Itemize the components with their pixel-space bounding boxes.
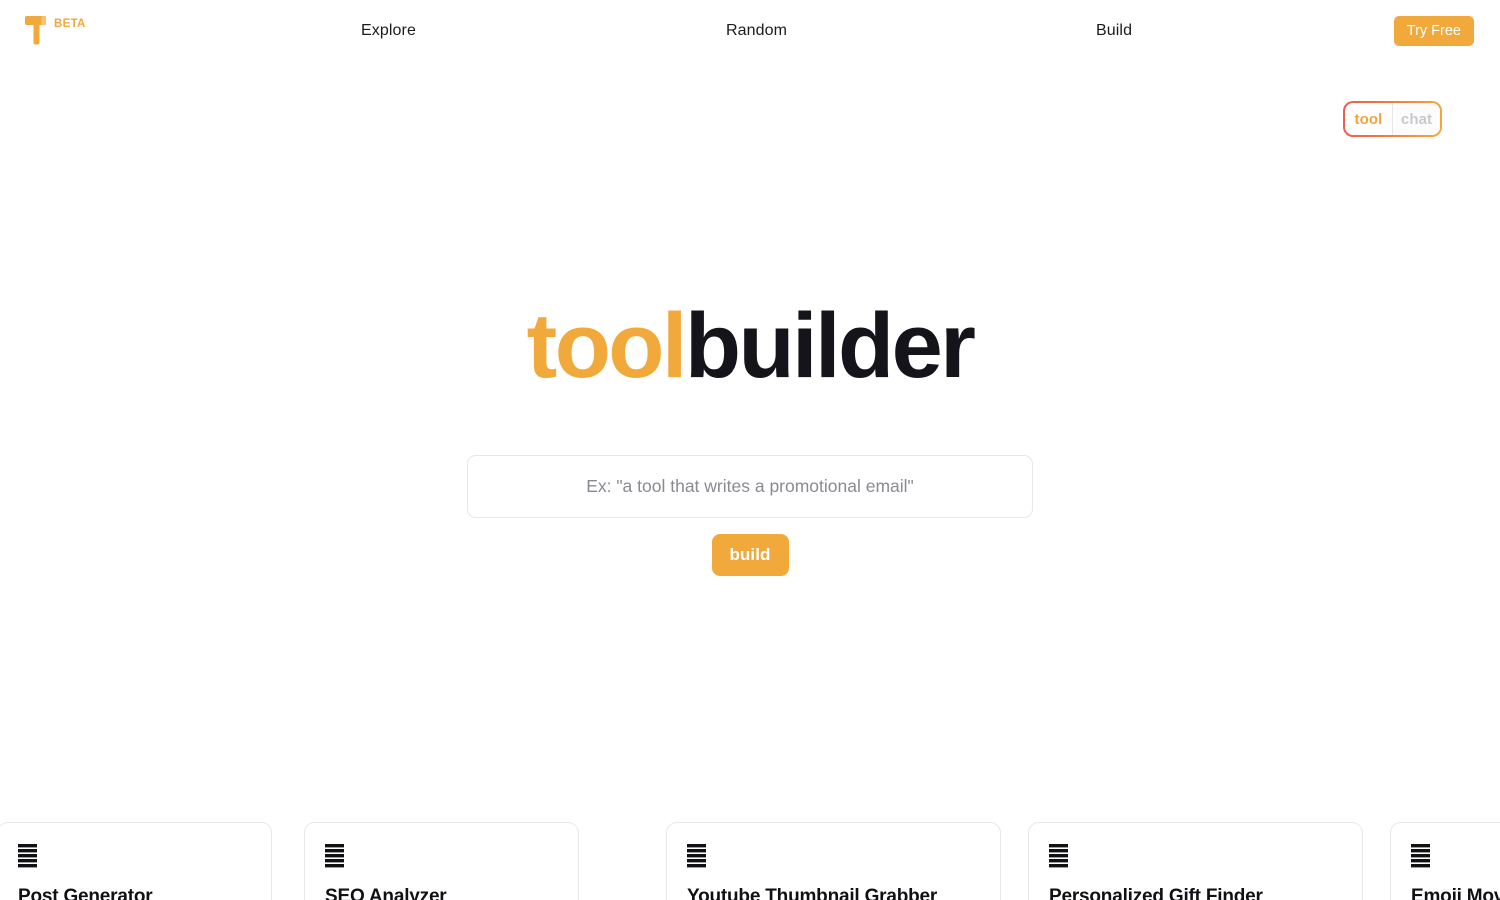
- page-title-part-builder: builder: [684, 295, 976, 397]
- tool-card-title: Personalized Gift Finder: [1049, 886, 1263, 900]
- tool-card-post-generator[interactable]: Post Generator: [0, 822, 272, 900]
- tool-card-title: Post Generator: [18, 886, 153, 900]
- try-free-button[interactable]: Try Free: [1393, 16, 1474, 46]
- build-button[interactable]: build: [711, 534, 789, 576]
- mode-toggle-inner: tool chat: [1345, 103, 1440, 135]
- list-bars-icon: [1049, 844, 1068, 868]
- page-title: toolbuilder: [527, 300, 976, 392]
- hero-section: toolbuilder build: [0, 300, 1500, 576]
- tool-card-title: Emoji Movi: [1411, 886, 1500, 900]
- top-navigation-bar: BETA Explore Random Build Try Free: [0, 0, 1500, 62]
- tool-card-youtube-thumbnail-grabber[interactable]: Youtube Thumbnail Grabber: [666, 822, 1001, 900]
- list-bars-icon: [687, 844, 706, 868]
- tool-card-title: Youtube Thumbnail Grabber: [687, 886, 938, 900]
- tool-card-emoji-movie[interactable]: Emoji Movi: [1390, 822, 1500, 900]
- tool-card-seo-analyzer[interactable]: SEO Analyzer: [304, 822, 579, 900]
- mode-toggle: tool chat: [1343, 101, 1442, 137]
- mode-option-chat[interactable]: chat: [1392, 103, 1440, 135]
- nav-link-build[interactable]: Build: [1096, 21, 1132, 41]
- list-bars-icon: [325, 844, 344, 868]
- tool-card-title: SEO Analyzer: [325, 886, 447, 900]
- page-title-part-tool: tool: [526, 295, 688, 397]
- featured-tools-carousel[interactable]: Post Generator SEO Analyzer Youtube Thum…: [0, 822, 1500, 900]
- tool-prompt-input[interactable]: [467, 455, 1033, 518]
- tool-card-personalized-gift-finder[interactable]: Personalized Gift Finder: [1028, 822, 1363, 900]
- nav-link-random[interactable]: Random: [726, 21, 787, 41]
- list-bars-icon: [1411, 844, 1430, 868]
- mode-option-tool[interactable]: tool: [1345, 103, 1392, 135]
- nav-link-explore[interactable]: Explore: [361, 21, 416, 41]
- primary-nav: Explore Random Build: [0, 0, 1500, 62]
- list-bars-icon: [18, 844, 37, 868]
